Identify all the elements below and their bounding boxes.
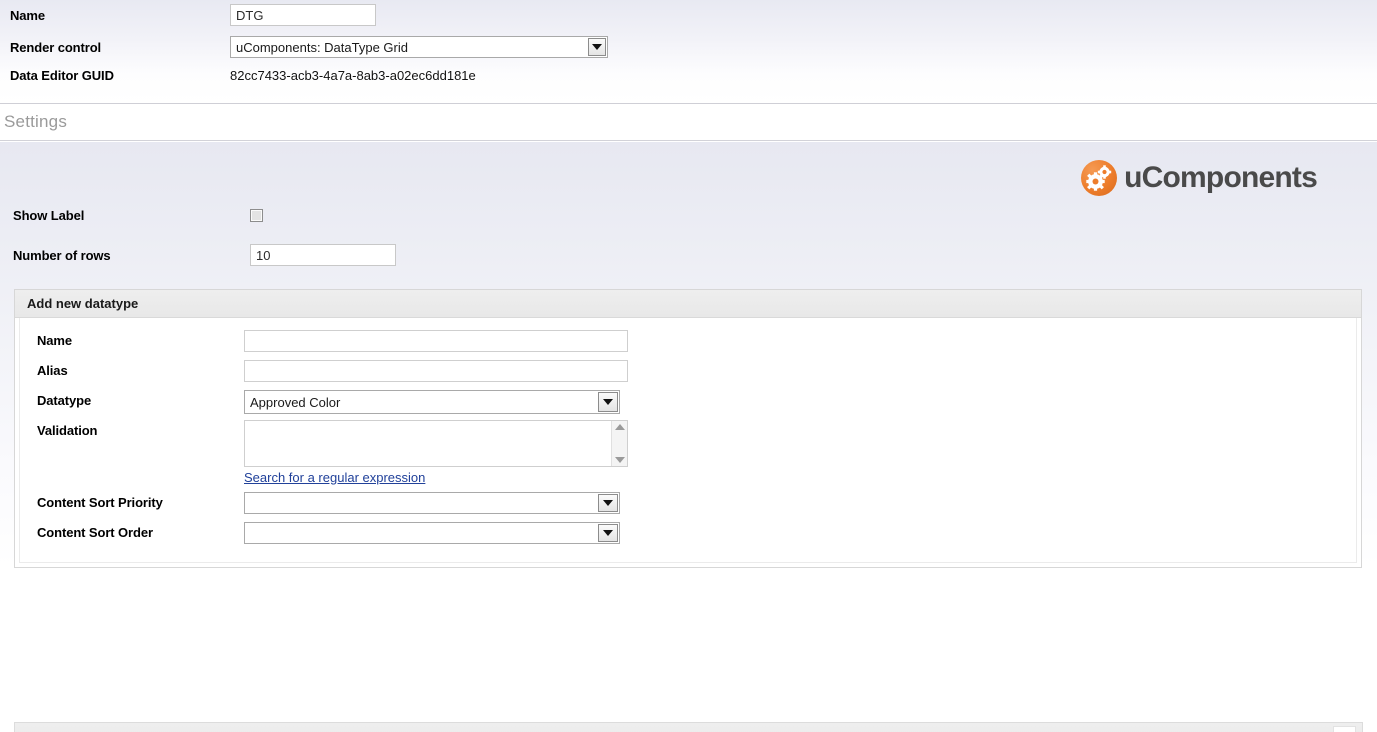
settings-title: Settings (4, 112, 68, 131)
field-row-content-sort-priority: Content Sort Priority (20, 488, 1356, 518)
datatype-alias-label: Alias (37, 363, 68, 378)
search-regex-link[interactable]: Search for a regular expression (244, 470, 425, 485)
setting-row-number-of-rows: Number of rows (0, 244, 1377, 266)
validation-scrollbar[interactable] (611, 421, 627, 466)
list-item[interactable]: Image (image), Type: Media Picker × (14, 722, 1363, 732)
datatype-select-value: Approved Color (250, 395, 341, 410)
setting-row-show-label: Show Label (0, 208, 1377, 223)
content-sort-order-select[interactable] (244, 522, 620, 544)
chevron-down-icon[interactable] (588, 38, 606, 56)
number-of-rows-label: Number of rows (13, 247, 111, 263)
add-new-datatype-legend: Add new datatype (15, 290, 1361, 318)
properties-panel: Name Render control uComponents: DataTyp… (0, 0, 1377, 104)
data-editor-guid-value: 82cc7433-acb3-4a7a-8ab3-a02ec6dd181e (230, 67, 476, 83)
render-control-value: uComponents: DataType Grid (236, 40, 408, 55)
datatype-type-label: Datatype (37, 393, 92, 408)
content-sort-order-value (245, 523, 619, 543)
field-row-validation: Validation Search for a regular expressi… (20, 416, 1356, 488)
property-row-render-control: Render control uComponents: DataType Gri… (0, 36, 1377, 58)
property-row-guid: Data Editor GUID 82cc7433-acb3-4a7a-8ab3… (0, 64, 1377, 86)
content-sort-priority-label: Content Sort Priority (37, 495, 163, 510)
render-control-select[interactable]: uComponents: DataType Grid (230, 36, 608, 58)
field-row-content-sort-order: Content Sort Order (20, 518, 1356, 548)
chevron-down-icon[interactable] (598, 392, 618, 412)
settings-header: Settings (0, 104, 1377, 141)
settings-panel: uComponents Show Label Number of rows Ad… (0, 141, 1377, 732)
data-editor-guid-label: Data Editor GUID (10, 67, 114, 83)
field-row-name: Name (20, 326, 1356, 356)
validation-textarea[interactable] (245, 421, 627, 466)
show-label-label: Show Label (13, 208, 85, 223)
datatype-name-label: Name (37, 333, 73, 348)
name-label: Name (10, 7, 46, 23)
property-row-name: Name (0, 4, 1377, 26)
chevron-down-icon[interactable] (598, 524, 618, 542)
content-sort-order-label: Content Sort Order (37, 525, 153, 540)
field-row-datatype: Datatype Approved Color (20, 386, 1356, 416)
datatype-select[interactable]: Approved Color (244, 390, 620, 414)
render-control-label: Render control (10, 39, 102, 55)
validation-label: Validation (37, 423, 98, 438)
field-row-alias: Alias (20, 356, 1356, 386)
datatype-name-input[interactable] (244, 330, 628, 352)
name-input[interactable] (230, 4, 376, 26)
gears-icon (1081, 160, 1118, 196)
ucomponents-logo-text: uComponents (1124, 161, 1318, 194)
ucomponents-logo: uComponents (1081, 160, 1318, 196)
datatype-alias-input[interactable] (244, 360, 628, 382)
scroll-down-icon[interactable] (614, 457, 625, 463)
validation-textarea-wrapper (244, 420, 628, 467)
scroll-up-icon[interactable] (614, 424, 625, 430)
chevron-down-icon[interactable] (598, 494, 618, 512)
show-label-checkbox[interactable] (250, 209, 263, 222)
delete-icon[interactable]: × (1333, 726, 1356, 732)
content-sort-priority-value (245, 493, 619, 513)
number-of-rows-input[interactable] (250, 244, 396, 266)
add-new-datatype-fieldset: Add new datatype Name Alias Datatype App… (14, 289, 1362, 568)
datatype-list: Image (image), Type: Media Picker × List… (14, 722, 1363, 732)
content-sort-priority-select[interactable] (244, 492, 620, 514)
